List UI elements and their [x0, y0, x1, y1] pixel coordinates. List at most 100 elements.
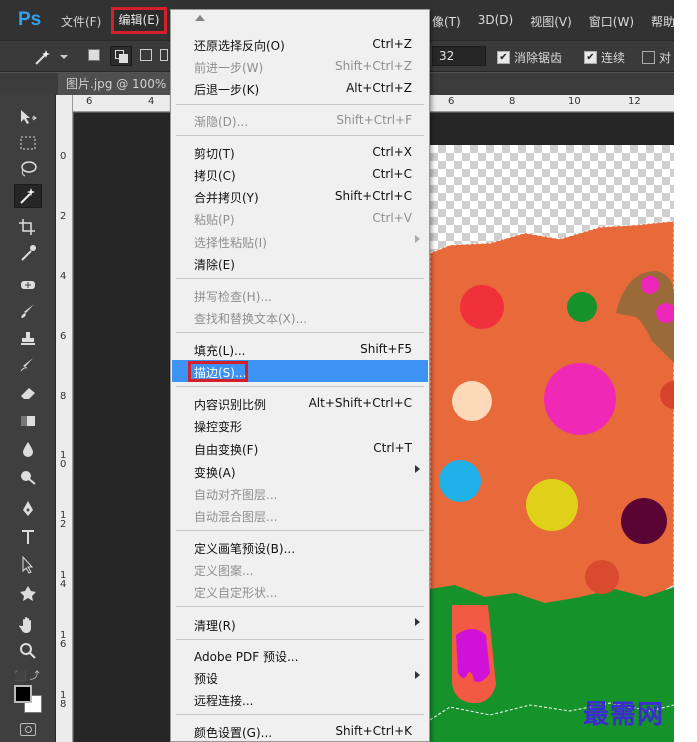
preset-dropdown-arrow-icon[interactable]: [60, 55, 68, 59]
menu-scroll-up-icon[interactable]: [195, 15, 205, 21]
magic-wand-tool-icon[interactable]: [14, 184, 42, 208]
document-tab[interactable]: 图片.jpg @ 100%: [58, 73, 174, 95]
canvas-artwork[interactable]: [430, 145, 674, 742]
menu-separator: [176, 714, 424, 715]
menu-item-shortcut: Shift+Ctrl+F: [336, 113, 412, 127]
menu-item-paste[interactable]: 粘贴(P) Ctrl+V: [172, 207, 428, 229]
menu-item-define-brush[interactable]: 定义画笔预设(B)...: [172, 536, 428, 558]
submenu-arrow-icon: [415, 465, 420, 473]
menu-edit[interactable]: 编辑(E): [111, 7, 167, 34]
ruler-label: 1 6: [60, 630, 67, 650]
menu-item-label: 剪切(T): [194, 147, 235, 161]
foreground-color-swatch[interactable]: [14, 685, 32, 703]
zoom-tool-icon[interactable]: [14, 639, 42, 663]
magic-wand-preset-icon[interactable]: [32, 47, 54, 67]
anti-alias-option[interactable]: ✔ 消除锯齿: [497, 49, 562, 66]
blur-tool-icon[interactable]: [14, 437, 42, 461]
menu-item-content-aware-scale[interactable]: 内容识别比例 Alt+Shift+Ctrl+C: [172, 392, 428, 414]
gradient-tool-icon[interactable]: [14, 409, 42, 433]
swap-colors-icon[interactable]: ⬛ ⤴: [14, 667, 42, 682]
marquee-tool-icon[interactable]: [14, 131, 42, 155]
sample-all-checkbox[interactable]: [642, 51, 655, 64]
eyedropper-tool-icon[interactable]: [14, 241, 42, 265]
menu-item-shortcut: Ctrl+Z: [372, 37, 412, 51]
add-selection-icon[interactable]: [110, 46, 132, 66]
menu-item-remote-connections[interactable]: 远程连接...: [172, 688, 428, 710]
menu-item-puppet-warp[interactable]: 操控变形: [172, 414, 428, 436]
ruler-label: 1 2: [60, 510, 67, 530]
menu-image[interactable]: 像(T): [432, 13, 461, 30]
menu-view[interactable]: 视图(V): [530, 13, 572, 30]
menu-window[interactable]: 窗口(W): [589, 13, 634, 30]
ruler-label: 8: [60, 391, 67, 402]
ruler-label: 6: [448, 96, 455, 107]
menu-item-fade[interactable]: 渐隐(D)... Shift+Ctrl+F: [172, 109, 428, 131]
menu-item-purge[interactable]: 清理(R): [172, 613, 428, 635]
anti-alias-checkbox[interactable]: ✔: [497, 51, 510, 64]
menu-item-define-custom-shape[interactable]: 定义自定形状...: [172, 580, 428, 602]
menu-separator: [176, 278, 424, 279]
menu-item-label: 还原选择反向(O): [194, 39, 285, 53]
menu-item-cut[interactable]: 剪切(T) Ctrl+X: [172, 141, 428, 163]
menu-file[interactable]: 文件(F): [61, 13, 101, 30]
ruler-label: 10: [568, 96, 581, 107]
menu-item-auto-blend-layers[interactable]: 自动混合图层...: [172, 504, 428, 526]
menu-item-label: 填充(L)...: [194, 344, 246, 358]
menu-item-copy-merged[interactable]: 合并拷贝(Y) Shift+Ctrl+C: [172, 185, 428, 207]
ps-logo: Ps: [18, 9, 42, 30]
menu-separator: [176, 530, 424, 531]
move-tool-icon[interactable]: [14, 105, 42, 129]
crop-tool-icon[interactable]: [14, 215, 42, 239]
menu-separator: [176, 606, 424, 607]
quick-mask-icon[interactable]: [20, 723, 36, 736]
tolerance-input[interactable]: 32: [432, 46, 486, 66]
new-selection-icon[interactable]: [88, 49, 100, 61]
dodge-tool-icon[interactable]: [14, 465, 42, 489]
healing-tool-icon[interactable]: [14, 273, 42, 297]
menu-item-free-transform[interactable]: 自由变换(F) Ctrl+T: [172, 437, 428, 459]
menu-item-define-pattern[interactable]: 定义图案...: [172, 558, 428, 580]
subtract-selection-icon[interactable]: [140, 49, 152, 61]
menu-item-presets[interactable]: 预设: [172, 666, 428, 688]
ruler-label: 0: [60, 151, 67, 162]
ruler-label: 6: [86, 96, 93, 107]
contiguous-option[interactable]: ✔ 连续: [584, 49, 625, 66]
menu-item-transform[interactable]: 变换(A): [172, 460, 428, 482]
menu-item-adobe-pdf-presets[interactable]: Adobe PDF 预设...: [172, 644, 428, 666]
intersect-selection-icon[interactable]: [160, 49, 168, 61]
menu-item-copy[interactable]: 拷贝(C) Ctrl+C: [172, 163, 428, 185]
menu-help[interactable]: 帮助: [651, 13, 674, 30]
lasso-tool-icon[interactable]: [14, 157, 42, 181]
menu-item-spell-check[interactable]: 拼写检查(H)...: [172, 284, 428, 306]
menu-item-fill[interactable]: 填充(L)... Shift+F5: [172, 338, 428, 360]
sample-all-label: 对: [659, 51, 672, 65]
menu-item-undo[interactable]: 还原选择反向(O) Ctrl+Z: [172, 33, 428, 55]
menu-item-paste-special[interactable]: 选择性粘贴(I): [172, 230, 428, 252]
brush-tool-icon[interactable]: [14, 299, 42, 323]
menu-item-auto-align-layers[interactable]: 自动对齐图层...: [172, 482, 428, 504]
menu-item-step-backward[interactable]: 后退一步(K) Alt+Ctrl+Z: [172, 77, 428, 99]
pen-tool-icon[interactable]: [14, 497, 42, 521]
tools-panel: ⬛ ⤴: [0, 95, 56, 742]
hand-tool-icon[interactable]: [14, 613, 42, 637]
menu-item-clear[interactable]: 清除(E): [172, 252, 428, 274]
menu-separator: [176, 386, 424, 387]
shape-tool-icon[interactable]: [14, 581, 42, 605]
menu-item-find-replace[interactable]: 查找和替换文本(X)...: [172, 306, 428, 328]
type-tool-icon[interactable]: [14, 525, 42, 549]
ruler-label: 8: [509, 96, 516, 107]
history-brush-icon[interactable]: [14, 353, 42, 377]
menu-item-label: Adobe PDF 预设...: [194, 650, 299, 664]
sample-all-option[interactable]: 对: [642, 49, 671, 66]
eraser-tool-icon[interactable]: [14, 381, 42, 405]
stamp-tool-icon[interactable]: [14, 327, 42, 351]
path-select-tool-icon[interactable]: [14, 553, 42, 577]
menu-3d[interactable]: 3D(D): [478, 13, 513, 30]
menu-item-color-settings[interactable]: 颜色设置(G)... Shift+Ctrl+K: [172, 720, 428, 742]
menu-item-stroke[interactable]: 描边(S)...: [172, 360, 428, 382]
menu-item-step-forward[interactable]: 前进一步(W) Shift+Ctrl+Z: [172, 55, 428, 77]
menu-separator: [176, 639, 424, 640]
anti-alias-label: 消除锯齿: [514, 51, 563, 65]
menu-item-label: 后退一步(K): [194, 83, 260, 97]
contiguous-checkbox[interactable]: ✔: [584, 51, 597, 64]
